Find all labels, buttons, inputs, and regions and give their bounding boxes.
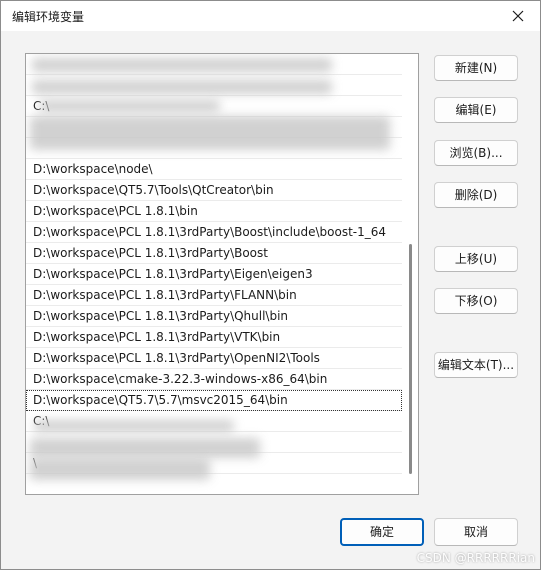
browse-button[interactable]: 浏览(B)... [434,140,518,166]
edit-text-button[interactable]: 编辑文本(T)... [434,352,518,378]
redacted-region [40,100,220,112]
path-list-item[interactable]: D:\workspace\PCL 1.8.1\3rdParty\Boost\in… [26,222,402,243]
path-list[interactable]: C:\D:\workspace\node\D:\workspace\QT5.7\… [25,53,419,495]
vertical-scrollbar[interactable] [403,54,418,494]
path-list-item[interactable]: D:\workspace\PCL 1.8.1\bin [26,201,402,222]
dialog-title: 编辑环境变量 [12,10,85,24]
scrollbar-thumb[interactable] [409,244,412,474]
move-up-button[interactable]: 上移(U) [434,246,518,272]
redacted-region [30,458,210,480]
redacted-region [30,438,260,458]
title-bar: 编辑环境变量 [1,1,540,31]
close-icon [512,10,524,22]
redacted-region [30,116,390,150]
path-list-item[interactable]: D:\workspace\PCL 1.8.1\3rdParty\VTK\bin [26,327,402,348]
cancel-button[interactable]: 取消 [434,518,518,546]
edit-button[interactable]: 编辑(E) [434,97,518,123]
close-button[interactable] [504,4,532,28]
path-list-item[interactable]: D:\workspace\cmake-3.22.3-windows-x86_64… [26,369,402,390]
new-button[interactable]: 新建(N) [434,55,518,81]
edit-env-var-dialog: 编辑环境变量 C:\D:\workspace\node\D:\workspace… [0,0,541,570]
redacted-region [32,80,332,94]
delete-button[interactable]: 删除(D) [434,182,518,208]
move-down-button[interactable]: 下移(O) [434,288,518,314]
path-list-item[interactable]: D:\workspace\PCL 1.8.1\3rdParty\FLANN\bi… [26,285,402,306]
ok-button[interactable]: 确定 [340,518,424,546]
path-list-item[interactable]: D:\workspace\PCL 1.8.1\3rdParty\Boost [26,243,402,264]
path-list-item[interactable]: D:\workspace\node\ [26,159,402,180]
path-list-item[interactable]: D:\workspace\PCL 1.8.1\3rdParty\Qhull\bi… [26,306,402,327]
path-list-item[interactable]: D:\workspace\PCL 1.8.1\3rdParty\OpenNI2\… [26,348,402,369]
path-list-item[interactable]: D:\workspace\QT5.7\5.7\msvc2015_64\bin [26,390,402,411]
redacted-region [32,58,332,72]
watermark: CSDN @RRRRRRian [416,551,535,565]
path-list-item[interactable]: D:\workspace\QT5.7\Tools\QtCreator\bin [26,180,402,201]
redacted-region [34,420,234,432]
path-list-item[interactable]: D:\workspace\PCL 1.8.1\3rdParty\Eigen\ei… [26,264,402,285]
